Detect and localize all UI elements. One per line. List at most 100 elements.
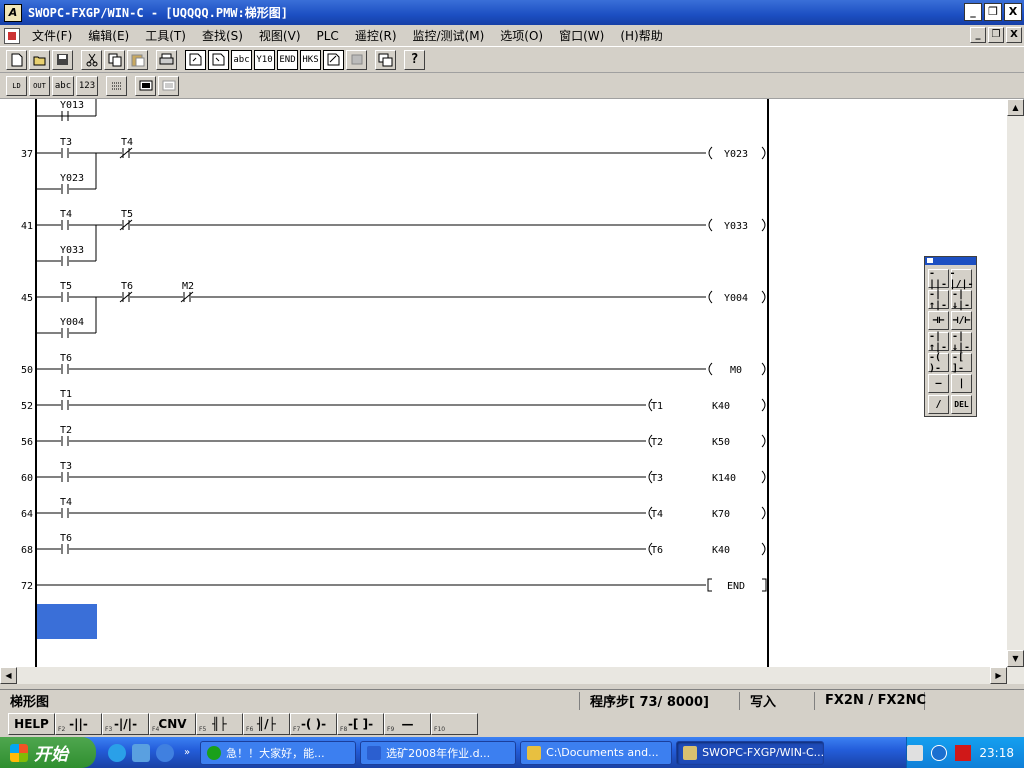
palette-parallel-fall[interactable]: -|↓|- (951, 331, 972, 353)
tool-i-icon[interactable] (375, 49, 396, 70)
antivirus-icon[interactable] (955, 744, 972, 761)
restore-button[interactable]: ❐ (984, 3, 1002, 21)
palette-rise-contact[interactable]: ⊣⊢ (928, 311, 949, 330)
menu-file[interactable]: 文件(F) (24, 27, 80, 44)
tool-g-icon[interactable] (323, 49, 344, 70)
scroll-left-button[interactable]: ◀ (0, 667, 17, 684)
doc-minimize-button[interactable]: _ (970, 27, 986, 43)
save-icon[interactable] (52, 49, 73, 70)
paste-icon[interactable] (127, 49, 148, 70)
menu-remote[interactable]: 遥控(R) (347, 27, 405, 44)
timer-t6-label: T6 (651, 545, 663, 556)
taskbar-item-explorer[interactable]: C:\Documents and... (520, 740, 673, 765)
fkey-f9[interactable]: F9— (384, 713, 431, 735)
timer-t3-preset: K140 (712, 473, 736, 484)
menu-view[interactable]: 视图(V) (251, 27, 309, 44)
menu-edit[interactable]: 编辑(E) (80, 27, 137, 44)
scroll-up-button[interactable]: ▲ (1007, 99, 1024, 116)
ladder-mode-button[interactable]: LD (6, 75, 27, 96)
quick-launch-overflow-icon[interactable]: » (184, 747, 190, 758)
monitor-off-icon[interactable] (158, 75, 179, 96)
copy-icon[interactable] (104, 49, 125, 70)
start-button[interactable]: 开始 (0, 737, 96, 768)
quick-launch-media-icon[interactable] (132, 743, 150, 762)
menu-window[interactable]: 窗口(W) (551, 27, 612, 44)
menu-monitor-test[interactable]: 监控/测试(M) (405, 27, 493, 44)
help-icon[interactable]: ? (404, 49, 425, 70)
menu-find[interactable]: 查找(S) (194, 27, 251, 44)
doc-close-button[interactable]: X (1006, 27, 1022, 43)
palette-invert[interactable]: / (928, 395, 949, 414)
close-button[interactable]: X (1004, 3, 1022, 21)
menu-help[interactable]: (H)帮助 (612, 27, 670, 44)
fkey-f8[interactable]: F8 -[ ]- (337, 713, 384, 735)
fkey-f3[interactable]: F3 -|/|- (102, 713, 149, 735)
tool-a-icon[interactable] (185, 49, 206, 70)
taskbar-item-forum[interactable]: 急！！大家好，能... (200, 740, 357, 765)
palette-horizontal-line[interactable]: — (928, 374, 949, 393)
palette-delete[interactable]: DEL (951, 395, 972, 414)
palette-parallel-rise[interactable]: -|↑|- (928, 331, 949, 353)
palette-coil[interactable]: -( )- (928, 352, 949, 374)
palette-title-bar[interactable] (925, 257, 976, 265)
ladder-diagram[interactable]: Y013 37 T3 T4 Y023 Y023 41 T4 T5 Y033 Y033 45 T5 T6 M2… (0, 99, 1007, 667)
palette-parallel-nc[interactable]: -|↓|- (951, 289, 972, 311)
vertical-scrollbar[interactable]: ▲ ▼ (1007, 99, 1024, 667)
keyboard-icon[interactable] (907, 744, 924, 761)
palette-vertical-line[interactable]: | (951, 374, 972, 393)
tool-f-icon[interactable]: HKS (300, 49, 321, 70)
palette-fall-contact[interactable]: ⊣/⊢ (951, 311, 972, 330)
timer-right-paren (761, 506, 766, 520)
scroll-right-button[interactable]: ▶ (990, 667, 1007, 684)
document-icon[interactable] (4, 27, 20, 44)
tool-d-icon[interactable]: Y10 (254, 49, 275, 70)
fkey-f10[interactable]: F10 (431, 713, 478, 735)
taskbar-item-word-doc[interactable]: 选矿2008年作业.d... (360, 740, 517, 765)
doc-restore-button[interactable]: ❐ (988, 27, 1004, 43)
timer-t2-preset: K50 (712, 437, 730, 448)
horizontal-scrollbar[interactable]: ◀ ▶ (0, 667, 1024, 684)
title-bar[interactable]: A SWOPC-FXGP/WIN-C - [UQQQQ.PMW:梯形图] _ ❐… (0, 0, 1024, 25)
app-icon[interactable]: A (4, 3, 22, 22)
palette-parallel-no[interactable]: -|↑|- (928, 289, 949, 311)
minimize-button[interactable]: _ (964, 3, 982, 21)
print-icon[interactable] (156, 49, 177, 70)
menu-options[interactable]: 选项(O) (492, 27, 551, 44)
coil-m0-label: M0 (730, 365, 742, 376)
fkey-f5[interactable]: F5 ╢├ (196, 713, 243, 735)
fkey-f7[interactable]: F7 -( )- (290, 713, 337, 735)
fkey-f6[interactable]: F6 ╢/├ (243, 713, 290, 735)
fkey-f4[interactable]: F4 CNV (149, 713, 196, 735)
step-number: 68 (21, 545, 33, 556)
monitor-icon[interactable] (135, 75, 156, 96)
comment-mode-button[interactable]: abc (52, 75, 74, 96)
contact-t5-label: T5 (60, 281, 72, 292)
coil-left-paren (708, 218, 713, 232)
tool-c-icon[interactable]: abc (231, 49, 252, 70)
cut-icon[interactable] (81, 49, 102, 70)
menu-tools[interactable]: 工具(T) (137, 27, 194, 44)
scroll-down-button[interactable]: ▼ (1007, 650, 1024, 667)
number-mode-button[interactable]: 123 (76, 75, 98, 96)
palette-nc-contact[interactable]: -|/|- (949, 268, 973, 290)
new-file-icon[interactable] (6, 49, 27, 70)
fkey-f2[interactable]: F2 -||- (55, 713, 102, 735)
step-number: 72 (21, 581, 33, 592)
menu-plc[interactable]: PLC (309, 29, 347, 43)
edit-cursor (37, 604, 97, 639)
fkey-help[interactable]: HELP (8, 713, 55, 735)
tool-h-icon[interactable] (346, 49, 367, 70)
grid-icon[interactable] (106, 75, 127, 96)
tray-expand-icon[interactable] (931, 744, 948, 761)
ladder-diagram-canvas[interactable]: Y013 37 T3 T4 Y023 Y023 41 T4 T5 Y033 Y033 45 T5 T6 M2… (0, 99, 1007, 667)
taskbar-item-fxgp[interactable]: SWOPC-FXGP/WIN-C... (676, 740, 825, 765)
tool-e-icon[interactable]: END (277, 49, 298, 70)
list-mode-button[interactable]: OUT (29, 75, 50, 96)
quick-launch-browser-icon[interactable] (156, 743, 174, 762)
quick-launch-ie-icon[interactable] (108, 743, 126, 762)
palette-no-contact[interactable]: -||- (928, 268, 949, 290)
palette-instruction[interactable]: -[ ]- (951, 352, 972, 374)
end-left-bracket (707, 578, 712, 592)
tool-b-icon[interactable] (208, 49, 229, 70)
open-file-icon[interactable] (29, 49, 50, 70)
